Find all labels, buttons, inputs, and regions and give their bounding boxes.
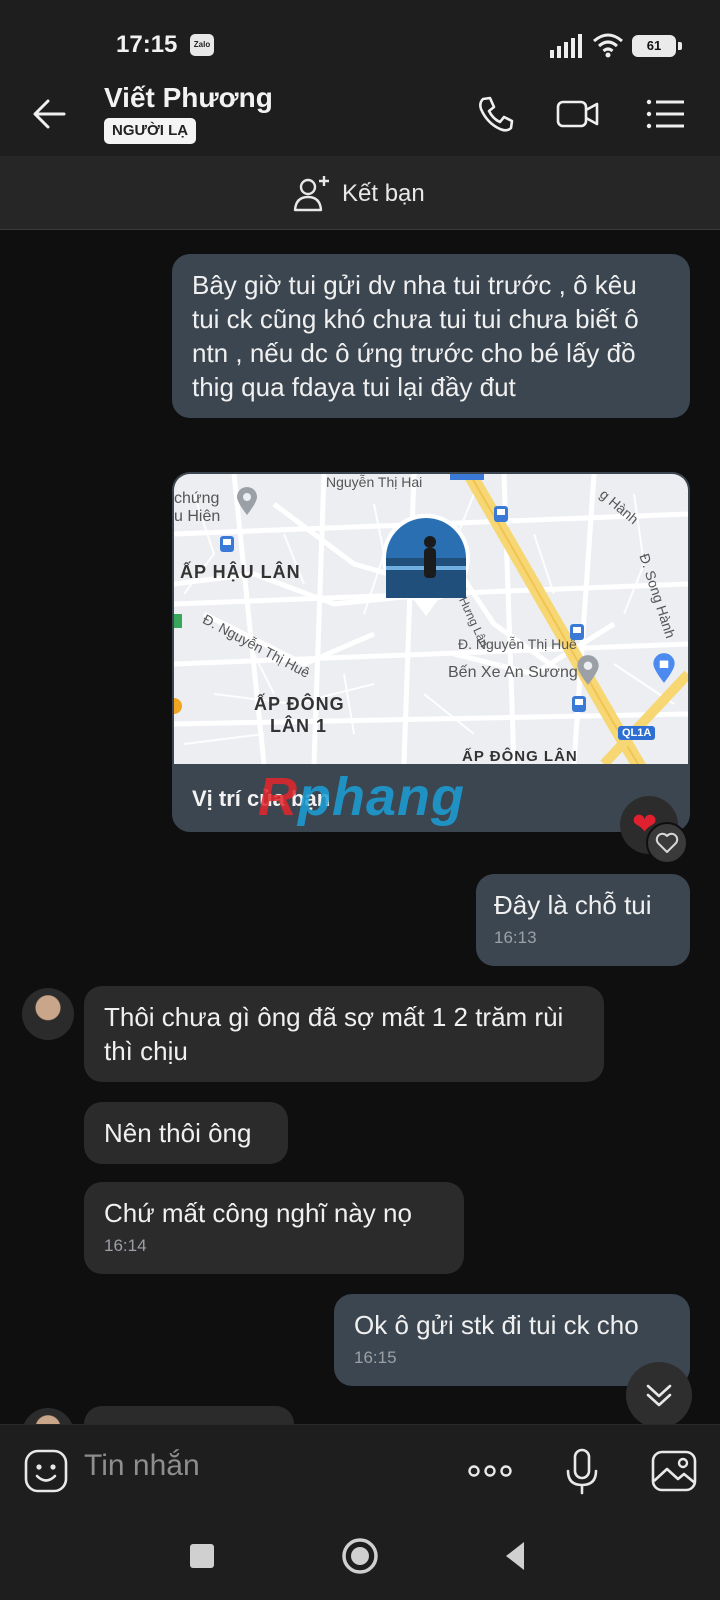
back-arrow-icon[interactable] [28,92,72,136]
message-input[interactable]: Tin nhắn [84,1449,200,1483]
contact-name[interactable]: Viết Phương [104,82,273,114]
message-text: Bây giờ tui gửi dv nha tui trước , ô kêu… [192,270,639,402]
bus-stop-icon [570,624,584,640]
microphone-icon[interactable] [558,1447,606,1495]
message-time: 16:15 [354,1348,397,1367]
more-icon[interactable] [466,1447,514,1495]
status-time: 17:15 [116,31,178,58]
message-incoming[interactable]: Chứ mất công nghĩ này nọ 16:14 [84,1182,464,1274]
add-friend-button[interactable]: Kết bạn [292,174,425,214]
map-area-label: ẤP ĐÔNG LÂN [462,748,578,764]
nav-home-icon[interactable] [338,1534,382,1578]
location-card[interactable]: Nguyễn Thị Hai chứng u Hiên ẤP HẬU LÂN Đ… [172,472,690,832]
chat-header: Viết Phương NGƯỜI LẠ [0,70,720,156]
watermark-part: R [258,767,298,827]
message-text: Chứ mất công nghĩ này nọ [104,1198,412,1228]
map-area-label: LÂN 1 [270,716,328,736]
message-time: 16:14 [104,1236,147,1255]
add-user-icon [293,176,329,212]
map-shop-pin-icon [653,653,675,683]
message-outgoing[interactable]: Đây là chỗ tui 16:13 [476,874,690,966]
message-text: Nên thôi ông [104,1118,252,1148]
watermark: Rphang [258,766,465,828]
message-incoming[interactable]: Thôi chưa gì ông đã sợ mất 1 2 trăm rùi … [84,986,604,1082]
bus-stop-icon [494,506,508,522]
wifi-icon [593,33,623,58]
map-area-label: ẤP HẬU LÂN [180,562,301,582]
signal-icon [550,34,582,58]
chat-screen: 17:15 Zalo 61 Viết Phương NGƯỜI LẠ Kết b… [0,0,720,1600]
system-nav-bar [0,1516,720,1600]
stranger-badge: NGƯỜI LẠ [104,118,197,144]
scroll-to-bottom-button[interactable] [626,1362,692,1428]
add-friend-label: Kết bạn [342,180,425,207]
battery-level: 61 [634,37,674,55]
map-area-label: ẤP ĐÔNG [254,694,345,714]
zalo-notification-icon: Zalo [190,34,214,56]
message-incoming[interactable]: Nên thôi ông [84,1102,288,1164]
map-street-label: Nguyễn Thị Hai [326,474,423,490]
message-text: Thôi chưa gì ông đã sợ mất 1 2 trăm rùi … [104,1002,564,1066]
map-road-shield: QL1A [618,726,656,740]
battery-tip [678,42,682,50]
battery-icon: 61 [632,35,676,57]
nav-back-icon[interactable] [494,1534,538,1578]
message-composer: Tin nhắn [0,1424,720,1516]
emoji-icon[interactable] [22,1447,70,1495]
message-outgoing[interactable]: Bây giờ tui gửi dv nha tui trước , ô kêu… [172,254,690,418]
map-place-label: Bến Xe An Sương [448,664,578,681]
message-text: Ok ô gửi stk đi tui ck cho [354,1310,639,1340]
bus-stop-icon [220,536,234,552]
message-time: 16:13 [494,928,537,947]
watermark-part: phang [298,767,465,827]
map-place-label: chứng [174,490,220,507]
nav-recents-icon[interactable] [180,1534,224,1578]
video-call-icon[interactable] [556,92,600,136]
avatar[interactable] [22,988,74,1040]
location-map[interactable]: Nguyễn Thị Hai chứng u Hiên ẤP HẬU LÂN Đ… [174,474,688,764]
like-button[interactable] [646,822,688,864]
like-icon [655,832,679,853]
status-bar: 17:15 Zalo 61 [0,0,720,70]
map-poi-pin-icon [237,487,257,515]
menu-list-icon[interactable] [644,92,688,136]
phone-icon[interactable] [474,92,518,136]
bus-stop-icon [572,696,586,712]
add-friend-bar[interactable]: Kết bạn [0,156,720,230]
image-icon[interactable] [650,1447,698,1495]
chevron-down-icon [646,1384,672,1407]
map-place-label: u Hiên [174,508,221,525]
map-poi-pin-icon [577,655,599,685]
message-text: Đây là chỗ tui [494,890,652,920]
location-avatar-pin [382,513,470,616]
